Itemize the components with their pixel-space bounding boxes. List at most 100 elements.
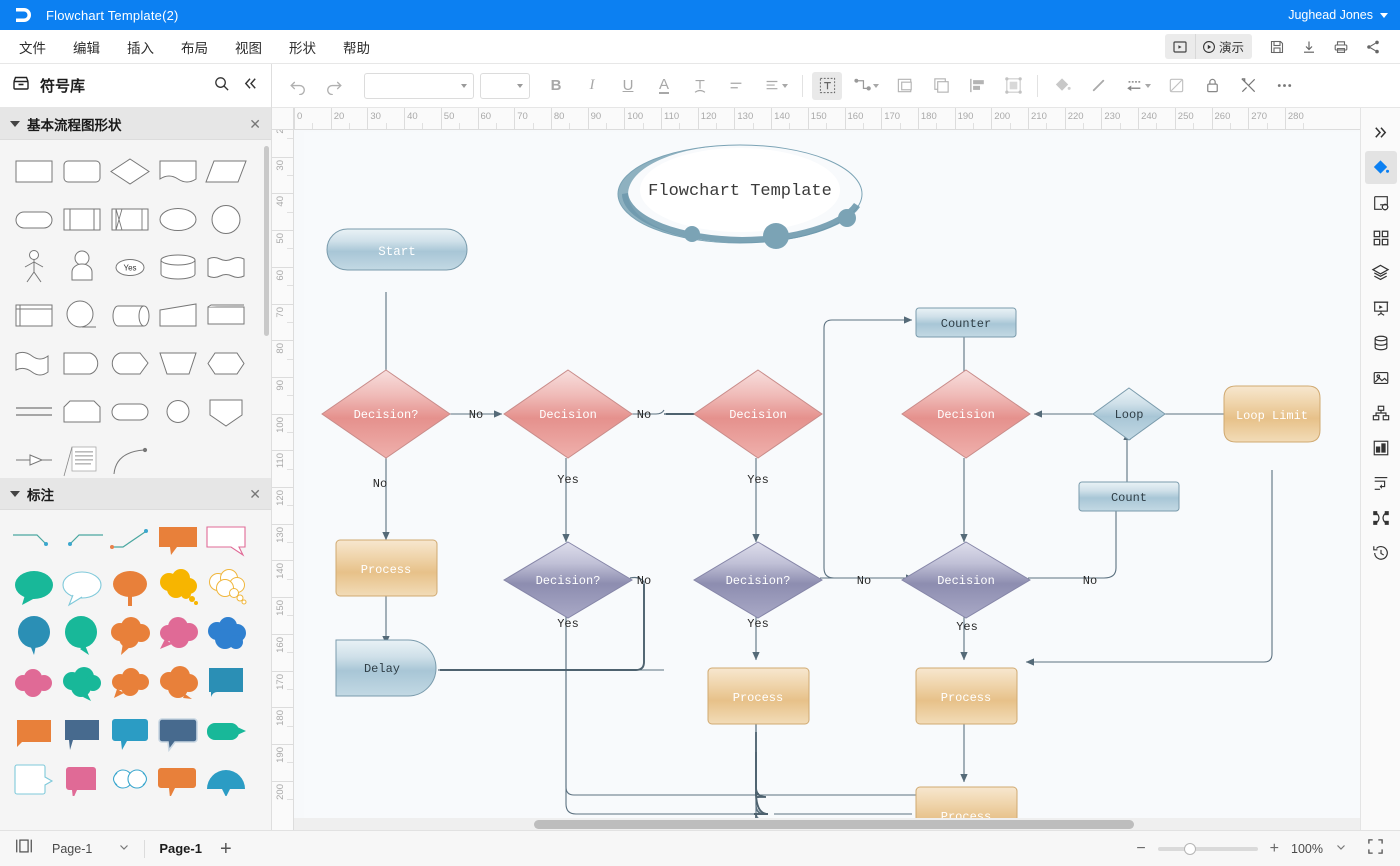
add-page-icon[interactable]: + bbox=[220, 839, 232, 859]
text-effect-button[interactable] bbox=[685, 72, 715, 100]
presentation-icon[interactable] bbox=[1365, 291, 1397, 324]
menu-view[interactable]: 视图 bbox=[226, 33, 271, 61]
triangle-down-icon[interactable] bbox=[10, 490, 20, 497]
basic-shapes-scroll[interactable]: Yes bbox=[0, 140, 271, 478]
fill-bucket-icon[interactable] bbox=[1047, 72, 1077, 100]
callout-cloud-callout-white-2[interactable] bbox=[106, 756, 154, 796]
no-fill-icon[interactable] bbox=[1161, 72, 1191, 100]
callout-square-callout-orange[interactable] bbox=[10, 708, 58, 756]
print-icon[interactable] bbox=[1326, 35, 1356, 59]
shape-internal-storage[interactable] bbox=[106, 196, 154, 244]
menu-layout[interactable]: 布局 bbox=[172, 33, 217, 61]
lock-icon[interactable] bbox=[1197, 72, 1227, 100]
section-basic-flowchart-shapes[interactable]: 基本流程图形状 ✕ bbox=[0, 108, 271, 140]
zoom-out-icon[interactable]: − bbox=[1136, 840, 1145, 857]
shape-small-circle[interactable] bbox=[154, 388, 202, 436]
shape-pill[interactable] bbox=[106, 388, 154, 436]
save-icon[interactable] bbox=[1262, 35, 1292, 59]
flowchart-diagram[interactable]: Flowchart Template Start Decision? Decis… bbox=[304, 132, 1364, 822]
callout-square-callout-outline-navy[interactable] bbox=[154, 708, 202, 756]
callout-square-callout-navy[interactable] bbox=[58, 708, 106, 756]
shape-curve[interactable] bbox=[106, 436, 154, 478]
menu-edit[interactable]: 编辑 bbox=[64, 33, 109, 61]
shape-stadium[interactable] bbox=[10, 196, 58, 244]
shape-tape[interactable] bbox=[202, 244, 250, 292]
callouts-scroll[interactable] bbox=[0, 510, 271, 796]
connector-icon[interactable] bbox=[848, 72, 884, 100]
page-view-icon[interactable] bbox=[14, 837, 34, 860]
vertical-ruler[interactable]: 20 30 40 50 60 70 80 90 100 110 120 130 140 150 160 170… bbox=[272, 130, 294, 830]
line-spacing-icon[interactable] bbox=[757, 72, 793, 100]
callout-cloud-callout-pink-2[interactable] bbox=[10, 660, 58, 708]
callout-dome-callout-blue[interactable] bbox=[202, 756, 250, 796]
shape-parallelogram[interactable] bbox=[202, 148, 250, 196]
menu-file[interactable]: 文件 bbox=[10, 33, 55, 61]
chevron-down-icon[interactable] bbox=[1335, 840, 1347, 858]
node-decision-3[interactable]: Decision bbox=[693, 369, 823, 459]
org-chart-icon[interactable] bbox=[1365, 396, 1397, 429]
zoom-slider[interactable] bbox=[1157, 842, 1258, 855]
underline-button[interactable]: U bbox=[613, 72, 643, 100]
shape-wave[interactable] bbox=[10, 340, 58, 388]
callout-square-callout-pink[interactable] bbox=[58, 756, 106, 796]
callout-oval-callout-green[interactable] bbox=[10, 564, 58, 612]
node-counter[interactable]: Counter bbox=[915, 307, 1017, 338]
callout-cloud-callout-yellow[interactable] bbox=[154, 564, 202, 612]
node-count[interactable]: Count bbox=[1078, 481, 1180, 512]
shape-rectangle[interactable] bbox=[10, 148, 58, 196]
shape-decision-yes[interactable]: Yes bbox=[106, 244, 154, 292]
shape-trapezoid[interactable] bbox=[154, 340, 202, 388]
callout-line-callout-3[interactable] bbox=[106, 516, 154, 564]
callout-balloon-callout-orange[interactable] bbox=[106, 564, 154, 612]
italic-button[interactable]: I bbox=[577, 72, 607, 100]
shape-framed-rectangle[interactable] bbox=[10, 292, 58, 340]
node-process-3[interactable]: Process bbox=[915, 667, 1018, 725]
page-select[interactable]: Page-1 bbox=[52, 841, 130, 856]
fill-bucket-icon[interactable] bbox=[1364, 151, 1397, 184]
shape-offset-rectangle[interactable] bbox=[202, 292, 250, 340]
callout-square-callout-teal[interactable] bbox=[202, 660, 250, 708]
shape-cylinder[interactable] bbox=[154, 244, 202, 292]
bar-chart-icon[interactable] bbox=[1365, 431, 1397, 464]
horizontal-scrollbar-thumb[interactable] bbox=[534, 820, 1134, 829]
callout-cloud-callout-orange-2[interactable] bbox=[106, 660, 154, 708]
callout-line-callout-2[interactable] bbox=[58, 516, 106, 564]
align-left-icon[interactable] bbox=[721, 72, 751, 100]
callout-line-callout-1[interactable] bbox=[10, 516, 58, 564]
database-icon[interactable] bbox=[1365, 326, 1397, 359]
node-loop-limit[interactable]: Loop Limit bbox=[1223, 385, 1321, 443]
node-delay[interactable]: Delay bbox=[335, 639, 437, 697]
history-clock-icon[interactable] bbox=[1365, 536, 1397, 569]
shape-predefined-process[interactable] bbox=[58, 196, 106, 244]
callout-oval-callout-white[interactable] bbox=[58, 564, 106, 612]
double-chevron-right-icon[interactable] bbox=[1365, 116, 1397, 149]
node-title[interactable]: Flowchart Template bbox=[617, 144, 863, 249]
node-decision-6[interactable]: Decision? bbox=[693, 541, 823, 619]
present-button[interactable]: 演示 bbox=[1194, 34, 1252, 59]
connector-settings-icon[interactable] bbox=[1365, 466, 1397, 499]
image-icon[interactable] bbox=[1365, 361, 1397, 394]
callout-cloud-callout-orange-3[interactable] bbox=[154, 660, 202, 708]
bold-button[interactable]: B bbox=[541, 72, 571, 100]
node-decision-1[interactable]: Decision? bbox=[321, 369, 451, 459]
shape-text-block[interactable] bbox=[58, 436, 106, 478]
section-callouts[interactable]: 标注 ✕ bbox=[0, 478, 271, 510]
callout-round-callout-green[interactable] bbox=[58, 612, 106, 660]
redo-icon[interactable] bbox=[319, 72, 349, 100]
pen-icon[interactable] bbox=[1083, 72, 1113, 100]
horizontal-ruler[interactable]: 0 20 30 40 50 60 70 80 90 100 110 120 130 140 150 160 17… bbox=[294, 108, 1400, 130]
horizontal-scrollbar[interactable] bbox=[294, 818, 1386, 830]
shape-pentagon-down[interactable] bbox=[202, 388, 250, 436]
shape-rounded-rectangle[interactable] bbox=[58, 148, 106, 196]
font-color-button[interactable]: A bbox=[649, 72, 679, 100]
shape-circle[interactable] bbox=[202, 196, 250, 244]
page-tab-page-1[interactable]: Page-1 bbox=[159, 841, 202, 856]
node-decision-7[interactable]: Decision bbox=[901, 541, 1031, 619]
double-chevron-left-icon[interactable] bbox=[242, 75, 259, 97]
duplicate-icon[interactable] bbox=[926, 72, 956, 100]
align-objects-icon[interactable] bbox=[962, 72, 992, 100]
share-icon[interactable] bbox=[1358, 35, 1388, 59]
canvas-scroll-viewport[interactable]: Flowchart Template Start Decision? Decis… bbox=[294, 130, 1400, 830]
menu-shape[interactable]: 形状 bbox=[280, 33, 325, 61]
font-family-select[interactable] bbox=[364, 72, 474, 99]
